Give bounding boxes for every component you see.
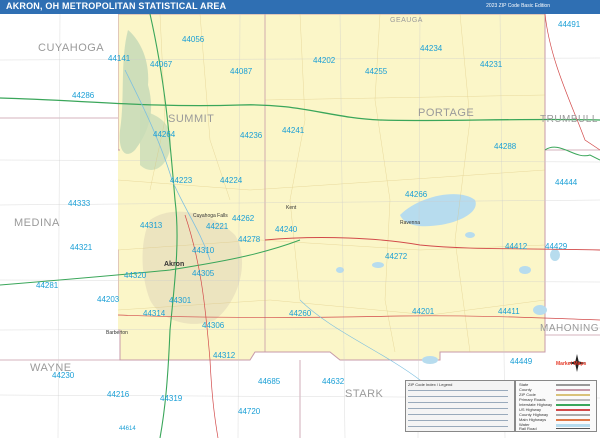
zip-label[interactable]: 44321 [70,243,92,252]
county-label: CUYAHOGA [38,42,105,54]
zip-label[interactable]: 44286 [72,91,94,100]
zip-label[interactable]: 44632 [322,377,344,386]
zip-label[interactable]: 44223 [170,176,192,185]
map-title: AKRON, OH METROPOLITAN STATISTICAL AREA [6,1,227,11]
zip-label[interactable]: 44087 [230,67,252,76]
zip-label[interactable]: 44230 [52,371,74,380]
city-label: Barberton [106,330,128,336]
zip-label[interactable]: 44224 [220,176,242,185]
zip-label[interactable]: 44314 [143,309,165,318]
zip-label[interactable]: 44241 [282,126,304,135]
zip-index-box: ZIP Code Index / Legend [405,380,515,432]
zip-label[interactable]: 44266 [405,190,427,199]
city-label: Ravenna [400,220,421,226]
zip-label[interactable]: 44262 [232,214,254,223]
zip-label[interactable]: 44203 [97,295,119,304]
zip-label[interactable]: 44313 [140,221,162,230]
zip-label[interactable]: 44312 [213,351,235,360]
zip-label[interactable]: 44310 [192,246,214,255]
index-title: ZIP Code Index / Legend [408,382,453,387]
zip-label[interactable]: 44320 [124,271,146,280]
county-label: STARK [345,388,384,400]
zip-label[interactable]: 44449 [510,357,532,366]
zip-label[interactable]: 44301 [169,296,191,305]
zip-label[interactable]: 44264 [153,130,175,139]
zip-label[interactable]: 44202 [313,56,335,65]
county-label: PORTAGE [418,107,475,119]
logo: Market Maps [556,361,587,367]
zip-label[interactable]: 44412 [505,242,527,251]
zip-label[interactable]: 44444 [555,178,577,187]
zip-label[interactable]: 44278 [238,235,260,244]
zip-label[interactable]: 44221 [206,222,228,231]
zip-label[interactable]: 44231 [480,60,502,69]
county-label: MEDINA [14,217,60,229]
zip-label[interactable]: 44216 [107,390,129,399]
zip-label[interactable]: 44411 [498,307,520,316]
zip-label[interactable]: 44240 [275,225,297,234]
zip-label[interactable]: 44720 [238,407,260,416]
zip-label[interactable]: 44141 [108,54,130,63]
legend-item: Rail Road [519,426,537,431]
map-canvas[interactable]: AKRON, OH METROPOLITAN STATISTICAL AREA … [0,0,600,438]
zip-label[interactable]: 44272 [385,252,407,261]
county-label: MAHONING [540,323,599,334]
zip-label[interactable]: 44429 [545,242,567,251]
zip-label[interactable]: 44288 [494,142,516,151]
county-label: SUMMIT [168,113,215,125]
county-label: GEAUGA [390,17,423,24]
zip-label[interactable]: 44056 [182,35,204,44]
city-label: Akron [164,261,185,268]
zip-label[interactable]: 44255 [365,67,387,76]
city-label: Kent [286,205,297,211]
zip-label[interactable]: 44685 [258,377,280,386]
zip-label[interactable]: 44234 [420,44,442,53]
zip-label[interactable]: 44491 [558,20,580,29]
zip-label[interactable]: 44201 [412,307,434,316]
zip-label[interactable]: 44319 [160,394,182,403]
zip-label[interactable]: 44260 [289,309,311,318]
map-graphics [0,0,600,438]
county-label: TRUMBULL [540,114,598,125]
zip-label[interactable]: 44305 [192,269,214,278]
zip-label[interactable]: 44333 [68,199,90,208]
edition-label: 2023 ZIP Code Basic Edition [486,3,550,9]
zip-label[interactable]: 44236 [240,131,262,140]
zip-label[interactable]: 44306 [202,321,224,330]
map-legend: State County ZIP Code Primary Roads Inte… [515,380,597,432]
zip-label[interactable]: 44067 [150,60,172,69]
title-bar: AKRON, OH METROPOLITAN STATISTICAL AREA … [0,0,600,14]
city-label: Cuyahoga Falls [193,213,228,219]
zip-label[interactable]: 44281 [36,281,58,290]
zip-label[interactable]: 44614 [119,426,136,432]
